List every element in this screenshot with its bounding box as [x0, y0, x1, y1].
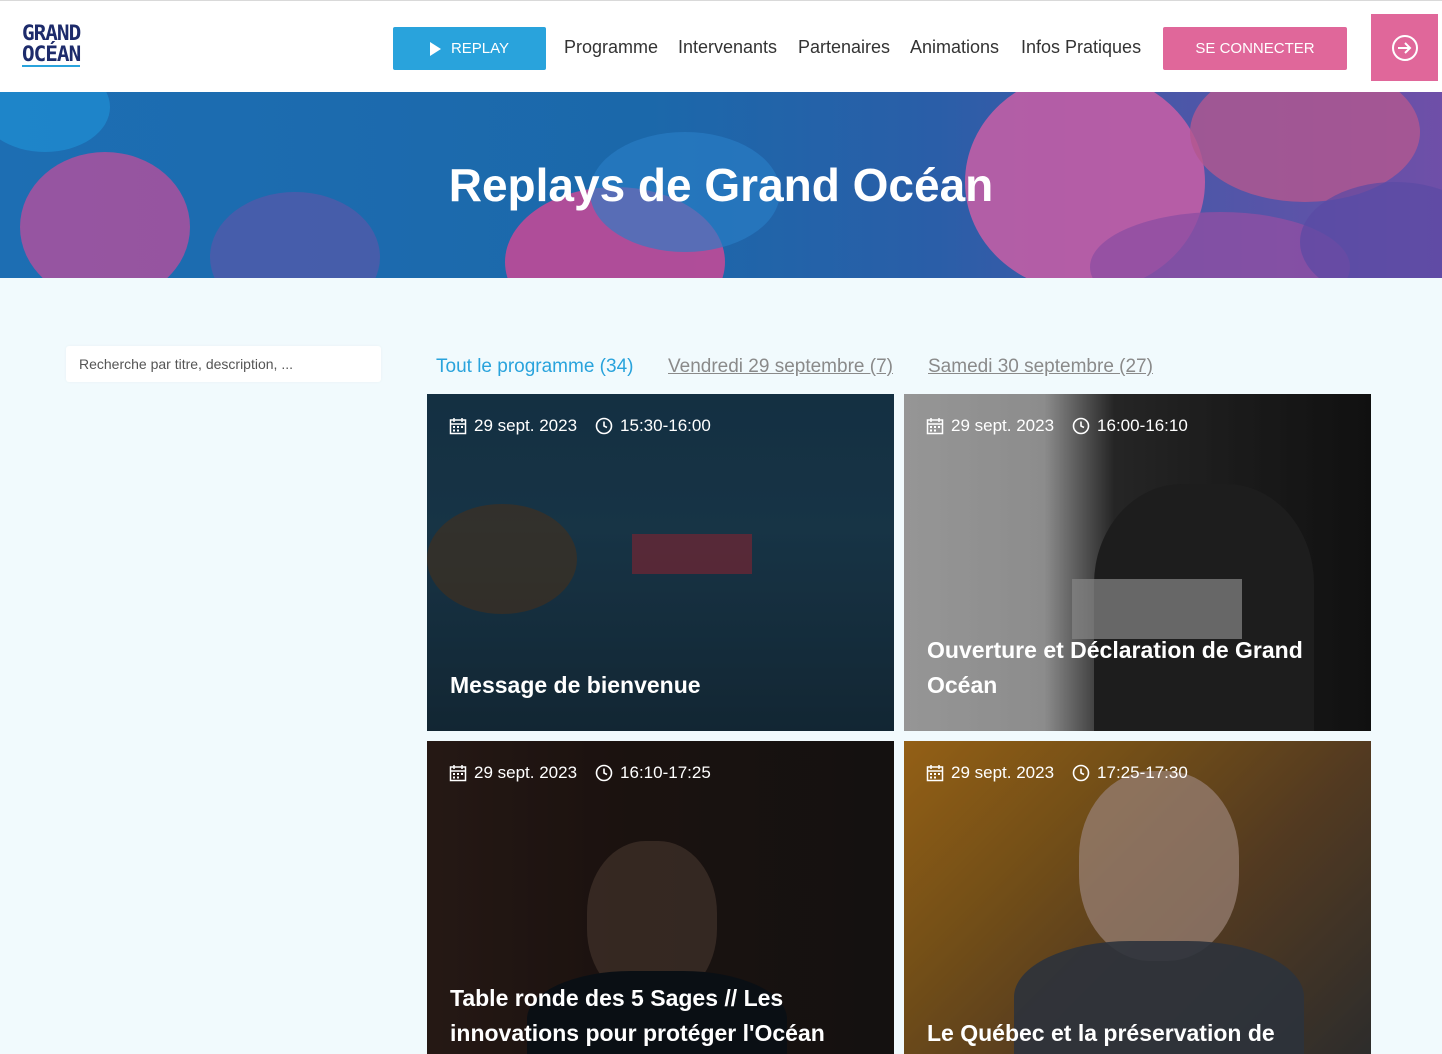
card-date: 29 sept. 2023 — [951, 763, 1055, 782]
card-meta: 29 sept. 2023 16:00-16:10 — [926, 416, 1188, 436]
card-meta: 29 sept. 2023 15:30-16:00 — [449, 416, 711, 436]
replay-label: REPLAY — [450, 40, 510, 57]
calendar-icon — [449, 764, 467, 782]
card-title: Le Québec et la préservation de l’océan — [927, 1020, 1275, 1046]
page-title: Replays de Grand Océan — [448, 159, 994, 211]
filter-saturday[interactable]: Samedi 30 septembre (27) — [928, 356, 1153, 378]
card-time: 17:25-17:30 — [1097, 763, 1188, 782]
card-time: 16:00-16:10 — [1097, 416, 1188, 435]
card-date: 29 sept. 2023 — [474, 416, 578, 435]
calendar-icon — [449, 417, 467, 435]
card-meta: 29 sept. 2023 16:10-17:25 — [449, 763, 711, 783]
connect-button[interactable]: SE CONNECTER — [1163, 27, 1347, 70]
clock-icon — [595, 764, 613, 782]
nav-item-programme[interactable]: Programme — [564, 37, 658, 58]
logo-line-1: GRAND — [22, 21, 81, 45]
calendar-icon — [926, 417, 944, 435]
card-meta: 29 sept. 2023 17:25-17:30 — [926, 763, 1188, 783]
card-title: Message de bienvenue — [450, 672, 701, 698]
card-date: 29 sept. 2023 — [951, 416, 1055, 435]
logo-line-2: OCÉAN — [22, 42, 81, 67]
filter-friday[interactable]: Vendredi 29 septembre (7) — [668, 356, 893, 378]
grand-ocean-logo[interactable]: GRAND OCÉAN — [22, 21, 81, 71]
nav-item-infos-pratiques[interactable]: Infos Pratiques — [1021, 37, 1141, 58]
hero-banner: Replays de Grand Océan — [0, 92, 1442, 278]
nav-item-animations[interactable]: Animations — [910, 37, 999, 58]
nav-item-partenaires[interactable]: Partenaires — [798, 37, 890, 58]
site-header: GRAND OCÉAN REPLAY Programme Intervenant… — [0, 0, 1442, 92]
card-time: 15:30-16:00 — [620, 416, 711, 435]
search-input[interactable] — [66, 346, 381, 382]
replay-card[interactable]: 29 sept. 2023 17:25-17:30 Le Québec et l… — [904, 741, 1371, 1054]
card-date: 29 sept. 2023 — [474, 763, 578, 782]
hero-blob — [0, 92, 110, 152]
nav-item-intervenants[interactable]: Intervenants — [678, 37, 777, 58]
card-title: Table ronde des 5 Sages // Les innovatio… — [450, 985, 825, 1046]
card-time: 16:10-17:25 — [620, 763, 711, 782]
card-overlay — [904, 741, 1371, 1054]
login-icon — [1391, 34, 1418, 61]
clock-icon — [595, 417, 613, 435]
replay-button[interactable]: REPLAY — [393, 27, 546, 70]
clock-icon — [1072, 764, 1090, 782]
filter-all-program[interactable]: Tout le programme (34) — [436, 356, 633, 378]
replay-card[interactable]: 29 sept. 2023 15:30-16:00 Message de bie… — [427, 394, 894, 731]
replay-card[interactable]: 29 sept. 2023 16:10-17:25 Table ronde de… — [427, 741, 894, 1054]
calendar-icon — [926, 764, 944, 782]
card-title: Ouverture et Déclaration de Grand Océan — [927, 637, 1303, 698]
login-button[interactable] — [1371, 14, 1438, 81]
replay-card[interactable]: 29 sept. 2023 16:00-16:10 Ouverture et D… — [904, 394, 1371, 731]
play-icon — [429, 41, 441, 56]
clock-icon — [1072, 417, 1090, 435]
